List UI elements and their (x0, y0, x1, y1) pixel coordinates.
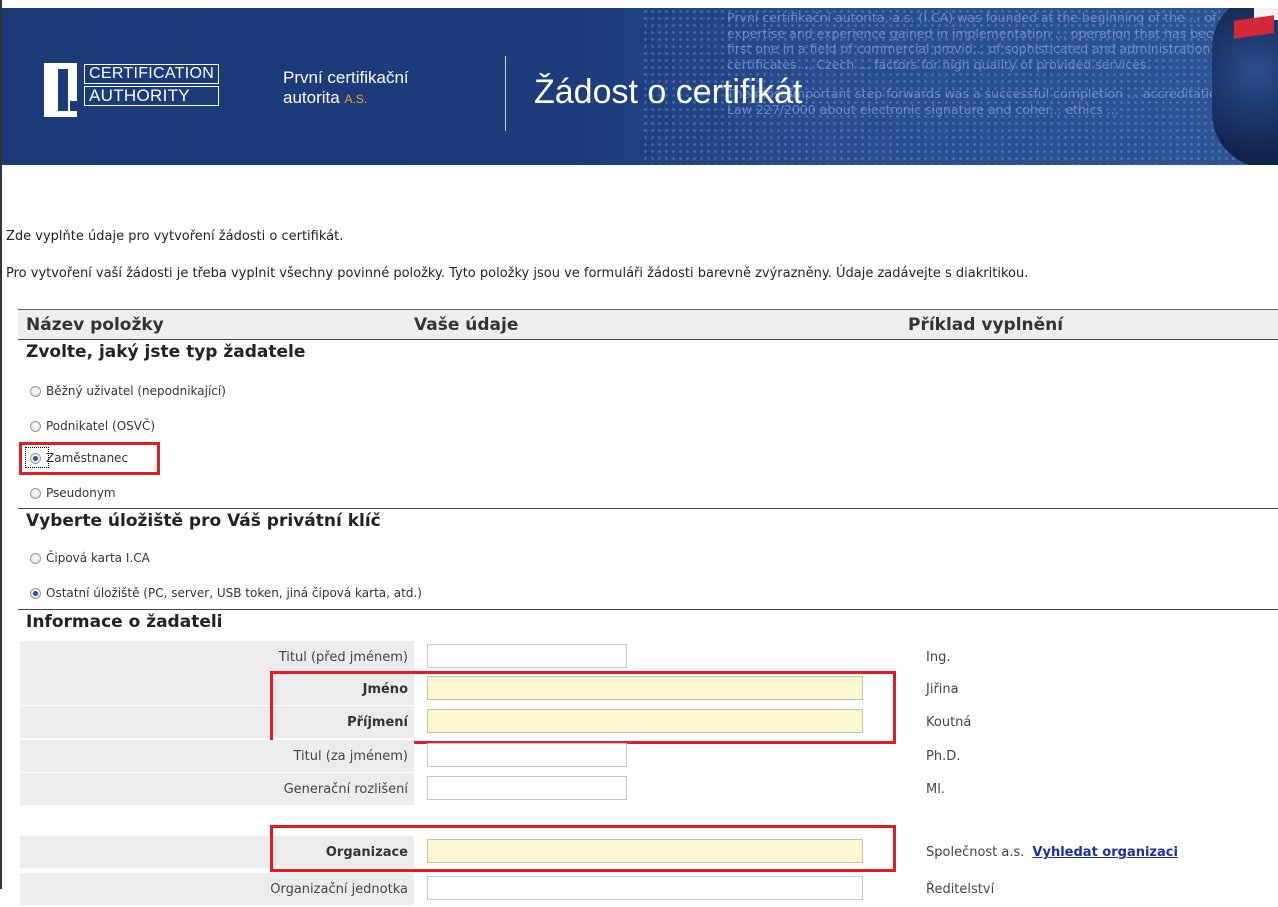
generation-input[interactable] (427, 776, 627, 800)
section-key-storage: Vyberte úložiště pro Váš privátní klíč (18, 508, 1278, 535)
section-applicant-info: Informace o žadateli (18, 609, 1278, 636)
field-example: Ing. (926, 650, 951, 665)
section-title-applicant-type: Zvolte, jaký jste typ žadatele (26, 342, 306, 362)
org-unit-input[interactable] (427, 876, 863, 900)
field-example: Společnost a.s. Vyhledat organizaci (926, 836, 1178, 870)
field-row-title-after: Titul (za jménem) Ph.D. (20, 740, 1278, 774)
banner-bg-paragraph-2: The most important step forwards was a s… (727, 86, 1278, 117)
form-table-header: Název položky Vaše údaje Příklad vyplněn… (18, 309, 1278, 340)
radio-icon[interactable] (30, 420, 41, 432)
radio-label: Pseudonym (46, 486, 116, 500)
title-after-input[interactable] (427, 743, 627, 767)
logo-line-certification: CERTIFICATION (84, 64, 220, 84)
radio-option-regular-user[interactable]: Běžný uživatel (nepodnikající) (30, 381, 226, 401)
radio-option-other-storage[interactable]: Ostatní úložiště (PC, server, USB token,… (30, 583, 422, 603)
radio-option-ica-smartcard[interactable]: Čipová karta I.CA (30, 548, 150, 568)
ica-logo-icon (44, 63, 77, 117)
field-example: Ml. (926, 782, 945, 797)
col-header-example: Příklad vyplnění (908, 315, 1064, 335)
logo-line-authority: AUTHORITY (84, 86, 220, 106)
field-row-title-before: Titul (před jménem) Ing. (20, 641, 1278, 675)
radio-label: Podnikatel (OSVČ) (46, 419, 156, 433)
field-row-org-unit: Organizační jednotka Ředitelství (20, 873, 1278, 907)
radio-icon[interactable] (30, 552, 41, 564)
radio-label: Čipová karta I.CA (46, 551, 150, 565)
company-name-line1: První certifikační (283, 68, 409, 87)
section-applicant-type: Zvolte, jaký jste typ žadatele (18, 339, 1278, 366)
header-banner: První certifikační autorita, a.s. (I.CA)… (2, 8, 1278, 165)
example-text: Společnost a.s. (926, 845, 1025, 860)
radio-label: Běžný uživatel (nepodnikající) (46, 384, 226, 398)
intro-line-1: Zde vyplňte údaje pro vytvoření žádosti … (6, 229, 344, 244)
field-example: Koutná (926, 715, 972, 730)
company-suffix: A.S. (344, 92, 368, 106)
page-title: Žádost o certifikát (534, 73, 803, 111)
section-title-key-storage: Vyberte úložiště pro Váš privátní klíč (26, 511, 381, 531)
field-row-generation: Generační rozlišení Ml. (20, 773, 1278, 807)
highlight-box-organization (270, 825, 896, 872)
radio-icon[interactable] (30, 487, 41, 499)
field-example: Ředitelství (926, 882, 995, 897)
field-example: Jiřina (926, 682, 959, 697)
company-name-line2: autorita (283, 88, 340, 107)
col-header-your-data: Vaše údaje (414, 315, 519, 335)
radio-label: Ostatní úložiště (PC, server, USB token,… (46, 586, 422, 600)
highlight-box-name (270, 671, 896, 744)
radio-icon[interactable] (30, 385, 41, 397)
banner-background-text: První certifikační autorita, a.s. (I.CA)… (727, 10, 1278, 131)
section-title-applicant-info: Informace o žadateli (26, 612, 223, 632)
banner-bg-paragraph-1: První certifikační autorita, a.s. (I.CA)… (727, 10, 1270, 72)
header-divider (505, 56, 506, 131)
ica-logo-text: CERTIFICATION AUTHORITY (84, 64, 220, 106)
search-organization-link[interactable]: Vyhledat organizaci (1032, 845, 1178, 860)
field-example: Ph.D. (926, 749, 961, 764)
col-header-item-name: Název položky (26, 315, 164, 335)
radio-checked-icon[interactable] (30, 587, 41, 599)
radio-option-pseudonym[interactable]: Pseudonym (30, 483, 116, 503)
field-label: Titul (před jménem) (20, 641, 414, 673)
title-before-input[interactable] (427, 644, 627, 668)
intro-line-2: Pro vytvoření vaší žádosti je třeba vypl… (6, 266, 1029, 281)
company-name: První certifikační autorita A.S. (283, 68, 409, 109)
radio-option-entrepreneur[interactable]: Podnikatel (OSVČ) (30, 416, 155, 436)
field-label: Generační rozlišení (20, 773, 414, 805)
field-label: Titul (za jménem) (20, 740, 414, 772)
highlight-box-employee (19, 442, 160, 475)
field-label: Organizační jednotka (20, 873, 414, 905)
